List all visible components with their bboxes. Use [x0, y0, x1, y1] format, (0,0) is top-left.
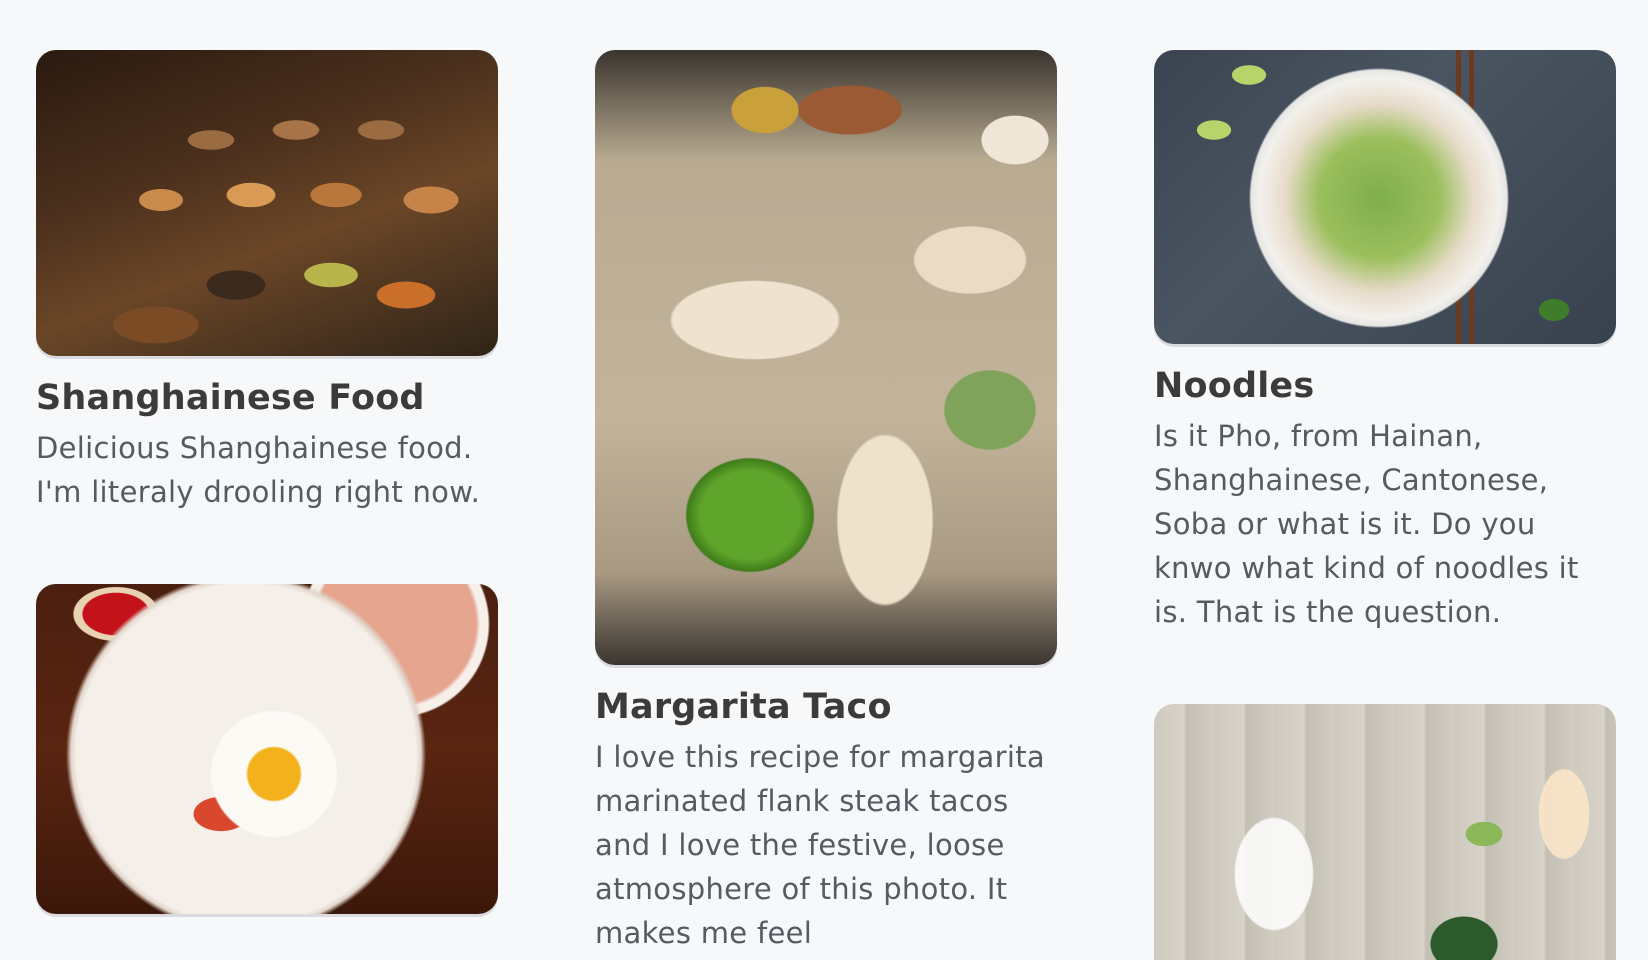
card-title: Margarita Taco [595, 687, 892, 727]
food-card[interactable]: Shanghainese Food Delicious Shanghainese… [36, 50, 498, 514]
card-image-taco[interactable] [595, 50, 1057, 665]
card-image-noodles[interactable] [1154, 50, 1616, 344]
card-description: I love this recipe for margarita marinat… [595, 740, 1045, 950]
card-image-breakfast[interactable] [36, 584, 498, 914]
gallery-column-1: Shanghainese Food Delicious Shanghainese… [36, 50, 498, 914]
card-description: Is it Pho, from Hainan, Shanghainese, Ca… [1154, 419, 1579, 629]
food-card[interactable]: Noodles Is it Pho, from Hainan, Shanghai… [1154, 50, 1616, 634]
food-card[interactable]: Margarita Taco I love this recipe for ma… [595, 50, 1057, 955]
gallery-column-3: Noodles Is it Pho, from Hainan, Shanghai… [1154, 50, 1616, 960]
card-image-dim-sum[interactable] [36, 50, 498, 356]
card-image-drinks[interactable] [1154, 704, 1616, 960]
food-card[interactable] [1154, 704, 1616, 960]
gallery-column-2: Margarita Taco I love this recipe for ma… [595, 50, 1057, 955]
card-description: Delicious Shanghainese food. I'm literal… [36, 431, 481, 509]
card-title: Noodles [1154, 366, 1315, 406]
card-title: Shanghainese Food [36, 378, 425, 418]
food-card[interactable] [36, 584, 498, 914]
